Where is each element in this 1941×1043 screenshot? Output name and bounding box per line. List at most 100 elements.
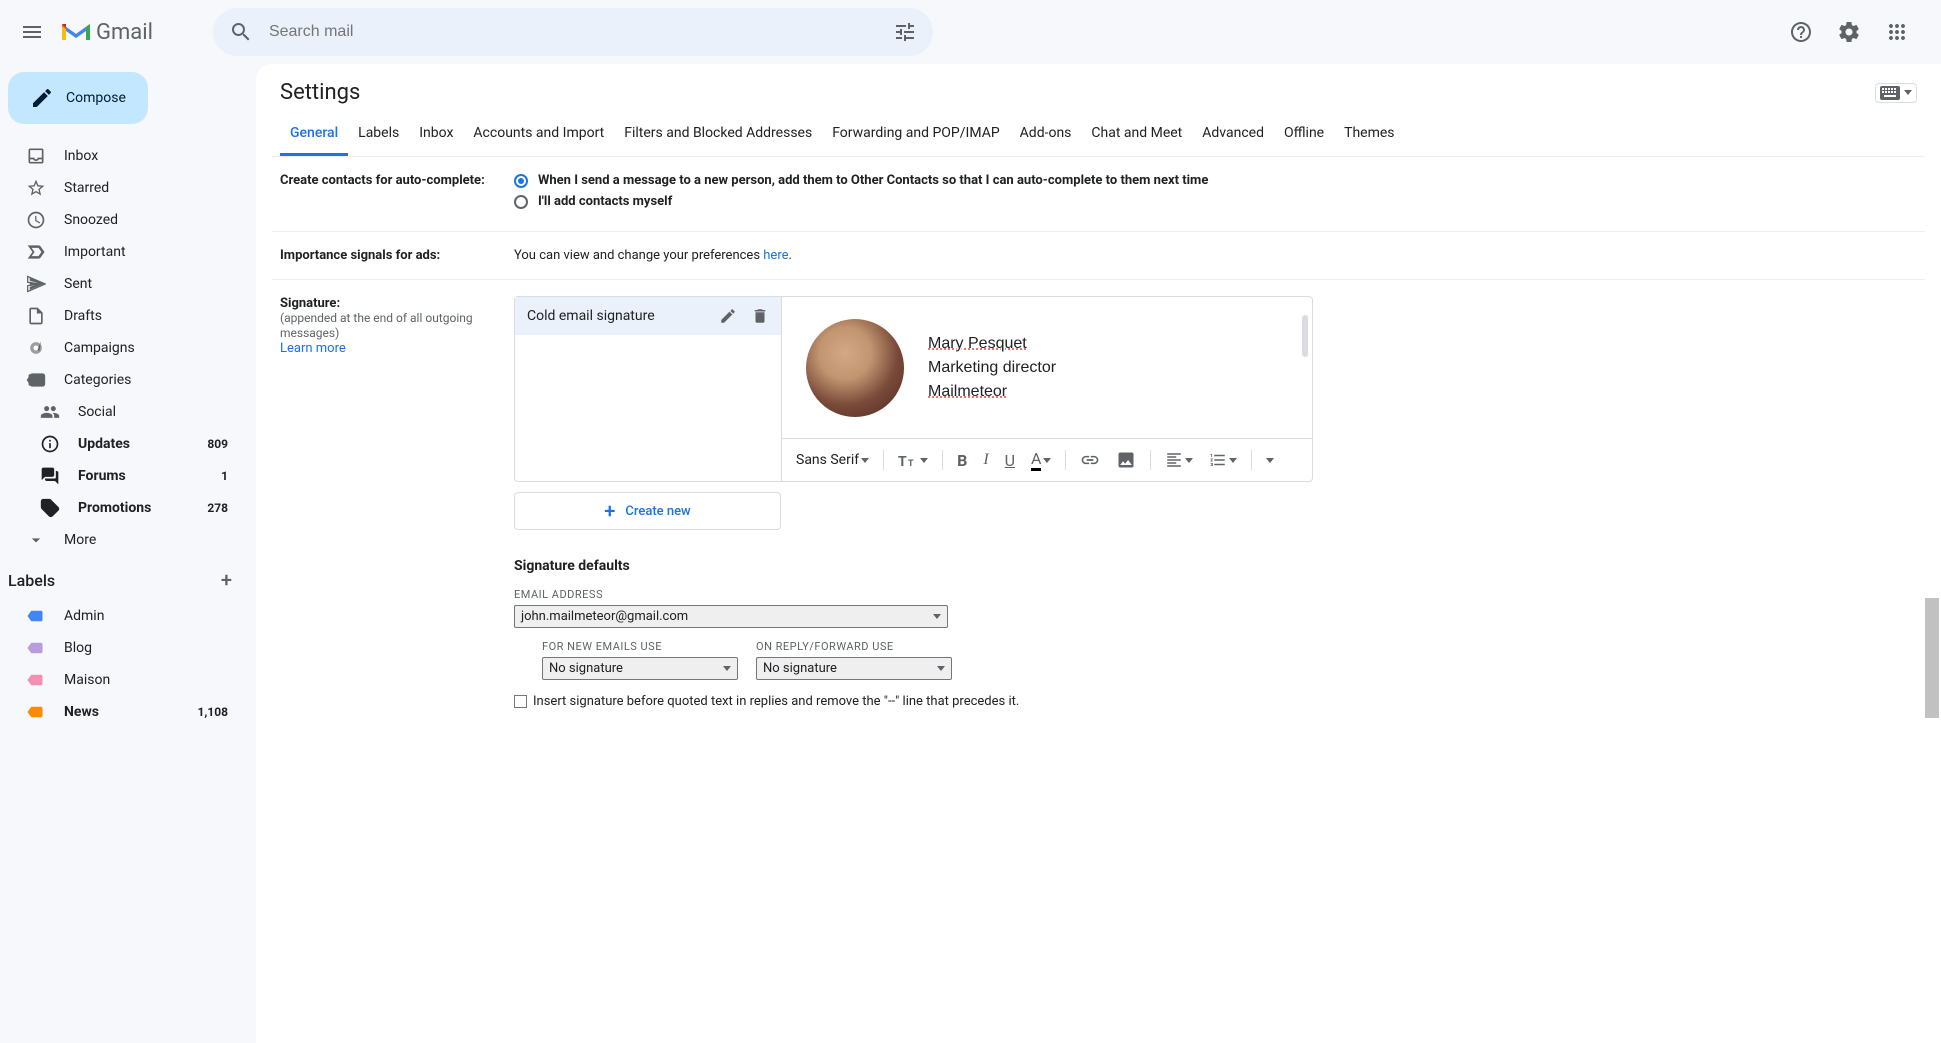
settings-button[interactable] <box>1829 12 1869 52</box>
input-tools-button[interactable] <box>1875 83 1917 103</box>
main-menu-button[interactable] <box>8 8 56 56</box>
tab-advanced[interactable]: Advanced <box>1192 113 1274 156</box>
for-new-emails-select[interactable]: No signature <box>542 657 738 680</box>
add-label-button[interactable]: + <box>221 568 232 592</box>
font-select[interactable]: Sans Serif <box>790 448 875 472</box>
list-button[interactable] <box>1203 447 1243 473</box>
underline-button[interactable]: U <box>999 447 1021 474</box>
campaigns-icon <box>26 338 46 358</box>
sidebar-item-social[interactable]: Social <box>0 396 240 428</box>
sidebar-item-categories[interactable]: Categories <box>0 364 240 396</box>
setting-row-contacts: Create contacts for auto-complete: When … <box>272 157 1925 232</box>
signature-list-item[interactable]: Cold email signature <box>515 297 781 335</box>
tab-offline[interactable]: Offline <box>1274 113 1334 156</box>
sidebar-item-more[interactable]: More <box>0 524 240 556</box>
edit-icon[interactable] <box>719 307 737 325</box>
sidebar-item-drafts[interactable]: Drafts <box>0 300 240 332</box>
more-formatting-button[interactable] <box>1260 454 1280 467</box>
settings-tabs: GeneralLabelsInboxAccounts and ImportFil… <box>272 113 1925 157</box>
create-new-signature-button[interactable]: + Create new <box>514 492 781 530</box>
on-reply-forward-label: ON REPLY/FORWARD USE <box>756 640 952 653</box>
signature-preview-title: Marketing director <box>928 359 1056 377</box>
tab-accounts-and-import[interactable]: Accounts and Import <box>463 113 614 156</box>
label-item-admin[interactable]: Admin <box>0 600 240 632</box>
chevron-down-icon <box>723 666 731 671</box>
nav-count: 278 <box>207 501 228 515</box>
tab-general[interactable]: General <box>280 113 348 156</box>
italic-icon: I <box>983 451 988 469</box>
link-button[interactable] <box>1074 446 1106 474</box>
signature-preview-name: Mary Pesquet <box>928 335 1056 353</box>
chevron-down-icon <box>1266 458 1274 463</box>
support-button[interactable] <box>1781 12 1821 52</box>
signature-scrollbar[interactable] <box>1302 315 1308 357</box>
search-bar[interactable] <box>213 8 933 56</box>
chevron-down-icon <box>1043 458 1051 463</box>
tab-forwarding-and-pop-imap[interactable]: Forwarding and POP/IMAP <box>822 113 1009 156</box>
tab-themes[interactable]: Themes <box>1334 113 1404 156</box>
chevron-down-icon <box>937 666 945 671</box>
sidebar-item-campaigns[interactable]: Campaigns <box>0 332 240 364</box>
align-button[interactable] <box>1159 447 1199 473</box>
image-button[interactable] <box>1110 446 1142 474</box>
categories-icon <box>26 370 46 390</box>
sidebar-item-snoozed[interactable]: Snoozed <box>0 204 240 236</box>
label-item-maison[interactable]: Maison <box>0 664 240 696</box>
page-scrollbar[interactable] <box>1925 598 1939 718</box>
sidebar-item-forums[interactable]: Forums1 <box>0 460 240 492</box>
nav-label: Forums <box>78 468 221 484</box>
snoozed-icon <box>26 210 46 230</box>
on-reply-forward-select[interactable]: No signature <box>756 657 952 680</box>
text-color-icon: A <box>1031 449 1041 471</box>
label-color-icon <box>26 639 46 657</box>
bold-icon: B <box>957 451 967 470</box>
search-button[interactable] <box>221 12 261 52</box>
sidebar-item-sent[interactable]: Sent <box>0 268 240 300</box>
list-icon <box>1209 451 1227 469</box>
insert-before-quoted-checkbox[interactable] <box>514 695 527 708</box>
keyboard-icon <box>1880 86 1900 100</box>
nav-label: Starred <box>64 180 228 196</box>
tab-filters-and-blocked-addresses[interactable]: Filters and Blocked Addresses <box>614 113 822 156</box>
italic-button[interactable]: I <box>977 447 994 473</box>
bold-button[interactable]: B <box>951 447 973 474</box>
text-color-button[interactable]: A <box>1025 445 1057 475</box>
label-item-news[interactable]: News1,108 <box>0 696 240 728</box>
ads-here-link[interactable]: here <box>763 248 788 263</box>
search-options-button[interactable] <box>885 12 925 52</box>
delete-icon[interactable] <box>751 307 769 325</box>
signature-list: Cold email signature <box>514 296 781 482</box>
label-color-icon <box>26 607 46 625</box>
ads-label: Importance signals for ads: <box>280 248 440 263</box>
nav-count: 809 <box>207 437 228 451</box>
signature-preview-company: Mailmeteor <box>928 383 1056 401</box>
email-address-select[interactable]: john.mailmeteor@gmail.com <box>514 605 948 628</box>
nav-label: Inbox <box>64 148 228 164</box>
tab-chat-and-meet[interactable]: Chat and Meet <box>1081 113 1192 156</box>
gmail-logo[interactable]: Gmail <box>60 20 153 45</box>
tab-inbox[interactable]: Inbox <box>409 113 463 156</box>
sidebar-item-promotions[interactable]: Promotions278 <box>0 492 240 524</box>
compose-label: Compose <box>66 90 126 106</box>
tab-add-ons[interactable]: Add-ons <box>1010 113 1082 156</box>
sidebar-item-important[interactable]: Important <box>0 236 240 268</box>
sidebar: Compose Inbox Starred SnoozedImportantSent… <box>0 64 256 1043</box>
tab-labels[interactable]: Labels <box>348 113 409 156</box>
sidebar-item-starred[interactable]: Starred <box>0 172 240 204</box>
nav-label: Promotions <box>78 500 207 516</box>
contacts-label: Create contacts for auto-complete: <box>280 173 485 188</box>
label-name: Blog <box>64 640 228 656</box>
radio-auto-add-contacts[interactable] <box>514 174 528 188</box>
signature-learn-more-link[interactable]: Learn more <box>280 341 346 356</box>
search-input[interactable] <box>261 23 885 41</box>
sidebar-item-inbox[interactable]: Inbox <box>0 140 240 172</box>
sidebar-item-updates[interactable]: Updates809 <box>0 428 240 460</box>
signature-editor[interactable]: Mary Pesquet Marketing director Mailmete… <box>781 296 1313 482</box>
radio-manual-contacts[interactable] <box>514 195 528 209</box>
compose-button[interactable]: Compose <box>8 72 148 124</box>
label-item-blog[interactable]: Blog <box>0 632 240 664</box>
setting-row-ads: Importance signals for ads: You can view… <box>272 232 1925 280</box>
text-size-icon: TT <box>898 452 920 468</box>
apps-button[interactable] <box>1877 12 1917 52</box>
font-size-button[interactable]: TT <box>892 448 934 472</box>
